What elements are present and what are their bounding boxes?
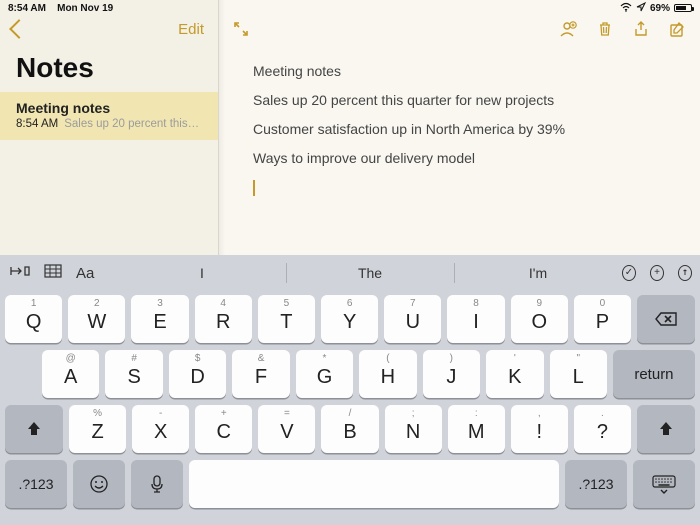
key-k[interactable]: 'K <box>486 350 543 398</box>
key-x[interactable]: -X <box>132 405 189 453</box>
key-z[interactable]: %Z <box>69 405 126 453</box>
sidebar-title: Notes <box>0 48 218 92</box>
key-g[interactable]: *G <box>296 350 353 398</box>
emoji-key[interactable] <box>73 460 125 508</box>
share-icon[interactable] <box>632 20 650 38</box>
battery-icon <box>674 4 692 12</box>
back-icon[interactable] <box>9 19 29 39</box>
key-l[interactable]: "L <box>550 350 607 398</box>
key-m[interactable]: :M <box>448 405 505 453</box>
key-j[interactable]: )J <box>423 350 480 398</box>
table-icon[interactable] <box>44 264 62 283</box>
key-s[interactable]: #S <box>105 350 162 398</box>
key-b[interactable]: /B <box>321 405 378 453</box>
keyboard: Aa I The I'm ✓ + 1Q2W3E4R5T6Y7U8I9O0P @A… <box>0 255 700 525</box>
plus-circle-icon[interactable]: + <box>650 265 664 281</box>
text-cursor <box>253 180 255 196</box>
suggestion[interactable]: I <box>118 255 286 291</box>
key-n[interactable]: ;N <box>385 405 442 453</box>
key-h[interactable]: (H <box>359 350 416 398</box>
note-item-time: 8:54 AM <box>16 118 58 130</box>
shift-key[interactable] <box>5 405 63 453</box>
pen-circle-icon[interactable] <box>678 265 692 281</box>
note-item-preview: Sales up 20 percent this… <box>64 118 199 130</box>
edit-button[interactable]: Edit <box>178 21 204 38</box>
location-icon <box>636 2 646 15</box>
key-a[interactable]: @A <box>42 350 99 398</box>
check-circle-icon[interactable]: ✓ <box>622 265 636 281</box>
note-body[interactable]: Meeting notes Sales up 20 percent this q… <box>219 48 700 206</box>
tab-key-icon[interactable] <box>8 264 30 283</box>
mic-key[interactable] <box>131 460 183 508</box>
status-time: 8:54 AM <box>8 3 46 14</box>
key-w[interactable]: 2W <box>68 295 125 343</box>
key-v[interactable]: =V <box>258 405 315 453</box>
shift-key[interactable] <box>637 405 695 453</box>
mode-key[interactable]: .?123 <box>565 460 627 508</box>
note-line: Customer satisfaction up in North Americ… <box>253 120 690 139</box>
note-item-subtitle: 8:54 AM Sales up 20 percent this… <box>16 118 202 130</box>
key-row-4: .?123 .?123 <box>5 460 695 508</box>
editor-pane: Meeting notes Sales up 20 percent this q… <box>218 0 700 255</box>
key-y[interactable]: 6Y <box>321 295 378 343</box>
key-c[interactable]: +C <box>195 405 252 453</box>
compose-icon[interactable] <box>668 20 686 38</box>
status-left: 8:54 AM Mon Nov 19 <box>8 3 113 14</box>
status-bar: 8:54 AM Mon Nov 19 69% <box>0 0 700 16</box>
add-person-icon[interactable] <box>558 19 578 39</box>
hide-keyboard-key[interactable] <box>633 460 695 508</box>
key-r[interactable]: 4R <box>195 295 252 343</box>
key-e[interactable]: 3E <box>131 295 188 343</box>
key-t[interactable]: 5T <box>258 295 315 343</box>
wifi-icon <box>620 2 632 15</box>
key-rows: 1Q2W3E4R5T6Y7U8I9O0P @A#S$D&F*G(H)J'K"L … <box>0 291 700 525</box>
key-f[interactable]: &F <box>232 350 289 398</box>
return-key[interactable]: return <box>613 350 695 398</box>
status-date: Mon Nov 19 <box>57 3 113 14</box>
key-![interactable]: ,! <box>511 405 568 453</box>
key-p[interactable]: 0P <box>574 295 631 343</box>
key-?[interactable]: .? <box>574 405 631 453</box>
battery-pct: 69% <box>650 3 670 14</box>
note-line: Ways to improve our delivery model <box>253 149 690 168</box>
key-row-3: %Z-X+C=V/B;N:M,!.? <box>5 405 695 453</box>
suggestion[interactable]: The <box>286 255 454 291</box>
space-key[interactable] <box>189 460 559 508</box>
suggestions: I The I'm <box>118 255 622 291</box>
notes-app: Edit Notes Meeting notes 8:54 AM Sales up… <box>0 0 700 255</box>
key-row-2: @A#S$D&F*G(H)J'K"L return <box>5 350 695 398</box>
note-line: Sales up 20 percent this quarter for new… <box>253 91 690 110</box>
format-button[interactable]: Aa <box>76 265 94 282</box>
sidebar: Edit Notes Meeting notes 8:54 AM Sales up… <box>0 0 218 255</box>
note-item-title: Meeting notes <box>16 100 202 116</box>
mode-key[interactable]: .?123 <box>5 460 67 508</box>
shortcut-bar: Aa I The I'm ✓ + <box>0 255 700 291</box>
backspace-key[interactable] <box>637 295 695 343</box>
key-o[interactable]: 9O <box>511 295 568 343</box>
note-list-item[interactable]: Meeting notes 8:54 AM Sales up 20 percent… <box>0 92 218 140</box>
key-i[interactable]: 8I <box>447 295 504 343</box>
key-row-1: 1Q2W3E4R5T6Y7U8I9O0P <box>5 295 695 343</box>
status-right: 69% <box>620 2 692 15</box>
note-line: Meeting notes <box>253 62 690 81</box>
suggestion[interactable]: I'm <box>454 255 622 291</box>
trash-icon[interactable] <box>596 20 614 38</box>
key-q[interactable]: 1Q <box>5 295 62 343</box>
key-d[interactable]: $D <box>169 350 226 398</box>
key-u[interactable]: 7U <box>384 295 441 343</box>
fullscreen-icon[interactable] <box>233 21 249 37</box>
